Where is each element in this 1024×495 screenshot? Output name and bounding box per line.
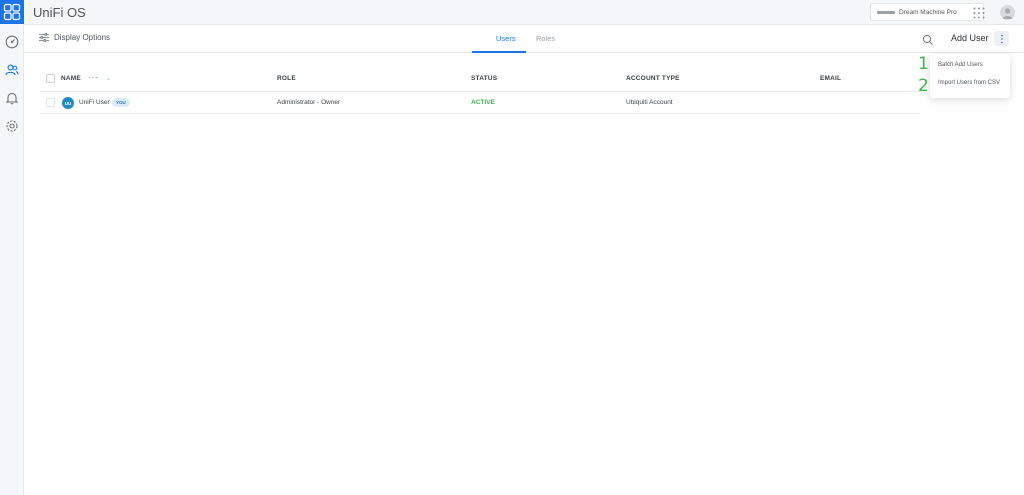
avatar: UU bbox=[62, 97, 74, 109]
left-rail bbox=[0, 0, 24, 495]
row-checkbox[interactable] bbox=[46, 98, 55, 107]
column-role[interactable]: ROLE bbox=[277, 75, 296, 82]
active-tab-indicator bbox=[472, 51, 526, 53]
gear-icon[interactable] bbox=[3, 117, 21, 135]
users-toolbar: Display Options Users Roles Add User bbox=[24, 25, 1024, 53]
column-account-type[interactable]: ACCOUNT TYPE bbox=[626, 75, 680, 82]
device-selector[interactable]: Dream Machine Pro bbox=[870, 3, 984, 21]
bell-icon[interactable] bbox=[3, 89, 21, 107]
device-name: Dream Machine Pro bbox=[899, 8, 957, 16]
tab-users[interactable]: Users bbox=[496, 34, 516, 43]
unifi-logo-icon[interactable] bbox=[0, 0, 24, 24]
add-user-button[interactable]: Add User bbox=[951, 33, 989, 43]
account-type: Ubiquiti Account bbox=[626, 99, 673, 106]
status-badge: ACTIVE bbox=[471, 99, 495, 106]
search-icon[interactable] bbox=[922, 33, 934, 45]
table-header: NAME ··· ⌄ ROLE STATUS ACCOUNT TYPE EMAI… bbox=[40, 66, 920, 92]
more-vertical-icon[interactable] bbox=[994, 31, 1009, 46]
display-options-label: Display Options bbox=[54, 33, 111, 42]
users-icon[interactable] bbox=[3, 61, 21, 79]
annotation-number-2: 2 bbox=[918, 76, 929, 96]
app-title: UniFi OS bbox=[33, 5, 86, 20]
annotation-number-1: 1 bbox=[918, 54, 929, 74]
sort-arrow-icon[interactable]: ⌄ bbox=[106, 75, 111, 82]
profile-avatar-icon[interactable] bbox=[1000, 5, 1015, 20]
user-role: Administrator - Owner bbox=[277, 99, 341, 106]
column-email[interactable]: EMAIL bbox=[820, 75, 841, 82]
you-badge: YOU bbox=[112, 98, 130, 107]
sliders-icon bbox=[39, 33, 49, 42]
top-bar: UniFi OS Dream Machine Pro bbox=[24, 0, 1024, 25]
column-name[interactable]: NAME bbox=[61, 75, 81, 82]
more-options-menu: Batch Add Users Import Users from CSV bbox=[930, 54, 1010, 98]
tab-roles[interactable]: Roles bbox=[536, 34, 555, 43]
select-all-checkbox[interactable] bbox=[46, 74, 55, 83]
column-status[interactable]: STATUS bbox=[471, 75, 497, 82]
name-column-more-icon[interactable]: ··· bbox=[88, 73, 99, 82]
user-name: UniFi User bbox=[79, 99, 110, 106]
dashboard-icon[interactable] bbox=[3, 33, 21, 51]
device-icon bbox=[877, 10, 895, 14]
apps-grid-icon[interactable] bbox=[972, 6, 986, 20]
table-row[interactable]: UU UniFi User YOU Administrator - Owner … bbox=[40, 92, 920, 114]
users-table: NAME ··· ⌄ ROLE STATUS ACCOUNT TYPE EMAI… bbox=[40, 66, 920, 114]
display-options-button[interactable]: Display Options bbox=[39, 33, 110, 42]
menu-item-batch-add-users[interactable]: Batch Add Users bbox=[938, 62, 983, 68]
menu-item-import-users-csv[interactable]: Import Users from CSV bbox=[938, 80, 1000, 86]
